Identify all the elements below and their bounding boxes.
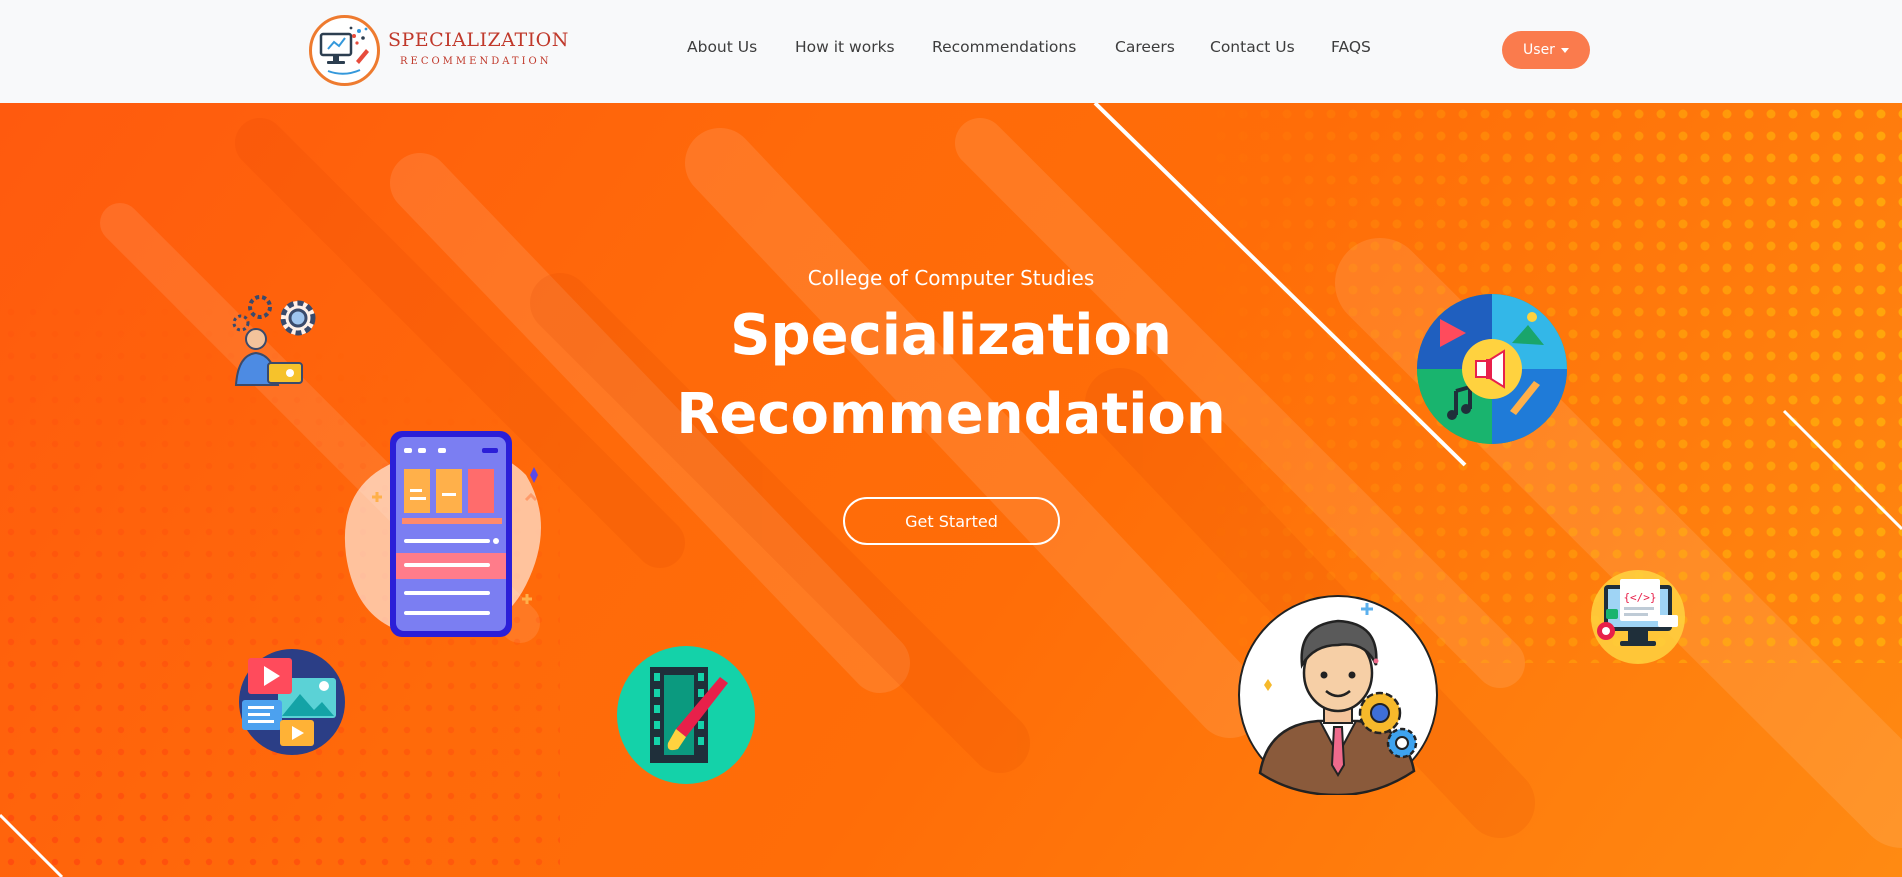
svg-text:{</>}: {</>} — [1623, 591, 1656, 604]
nav-link-how-it-works[interactable]: How it works — [795, 38, 895, 56]
navbar: SPECIALIZATION RECOMMENDATION About Us H… — [0, 0, 1902, 103]
user-dropdown-button[interactable]: User — [1502, 31, 1590, 69]
mobile-app-icon — [344, 431, 541, 637]
nav-link-about-us[interactable]: About Us — [687, 38, 757, 56]
caret-down-icon — [1560, 48, 1569, 53]
hero-subtitle: College of Computer Studies — [807, 266, 1095, 290]
hero-section: College of Computer Studies Specializati… — [0, 103, 1902, 877]
user-dropdown-label: User — [1523, 42, 1555, 58]
nav-link-careers[interactable]: Careers — [1115, 38, 1175, 56]
hero-background — [0, 103, 1902, 877]
hero-title-line-2: Recommendation — [676, 382, 1226, 447]
code-monitor-icon: {</>} — [1591, 570, 1685, 664]
hero-title-line-1: Specialization — [730, 303, 1172, 368]
multimedia-wheel-icon — [1417, 294, 1567, 444]
film-brush-icon — [617, 646, 755, 784]
nav-links: About Us How it works Recommendations Ca… — [0, 38, 1902, 62]
nav-link-recommendations[interactable]: Recommendations — [932, 38, 1076, 56]
nav-link-contact-us[interactable]: Contact Us — [1210, 38, 1295, 56]
businessman-gears-icon — [1238, 595, 1438, 795]
media-gallery-icon — [239, 649, 345, 755]
get-started-button[interactable]: Get Started — [843, 497, 1060, 545]
gears-worker-icon — [232, 295, 316, 386]
nav-link-faqs[interactable]: FAQS — [1331, 38, 1371, 56]
